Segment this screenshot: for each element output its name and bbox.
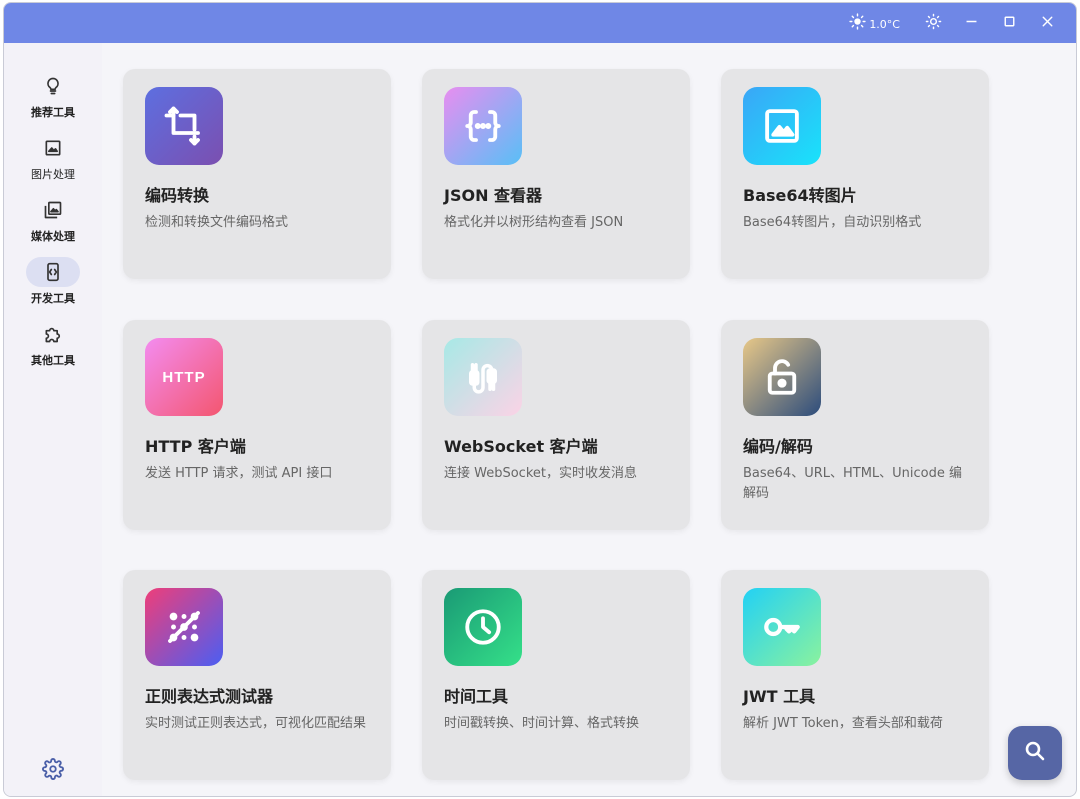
code-icon — [26, 257, 80, 287]
sidebar-item-image[interactable]: 图片处理 — [4, 133, 102, 191]
close-icon — [1039, 13, 1056, 34]
tool-card-regex-tester[interactable]: 正则表达式测试器 实时测试正则表达式，可视化匹配结果 — [123, 570, 391, 780]
image-icon — [743, 87, 821, 165]
lightbulb-icon — [26, 71, 80, 101]
weather-temperature: 1.0°C — [869, 17, 900, 31]
card-description: 连接 WebSocket，实时收发消息 — [444, 466, 637, 481]
sidebar: 推荐工具 图片处理 媒体处理 开发工具 其他工具 — [4, 43, 102, 796]
card-title: 正则表达式测试器 — [145, 687, 274, 706]
tool-card-http-client[interactable]: HTTP HTTP 客户端 发送 HTTP 请求，测试 API 接口 — [123, 320, 391, 530]
card-description: 解析 JWT Token，查看头部和载荷 — [743, 716, 943, 731]
card-title: WebSocket 客户端 — [444, 437, 598, 456]
theme-toggle-button[interactable] — [914, 3, 952, 43]
sidebar-item-label: 图片处理 — [31, 168, 75, 181]
search-fab[interactable] — [1008, 726, 1062, 780]
clock-icon — [444, 588, 522, 666]
tool-card-json-viewer[interactable]: JSON 查看器 格式化并以树形结构查看 JSON — [422, 69, 690, 279]
card-description: 时间戳转换、时间计算、格式转换 — [444, 716, 640, 731]
theme-toggle-icon — [925, 13, 942, 34]
card-title: 时间工具 — [444, 687, 509, 706]
http-icon-text: HTTP — [162, 368, 206, 386]
card-description: 发送 HTTP 请求，测试 API 接口 — [145, 466, 333, 481]
titlebar: 1.0°C — [4, 3, 1076, 43]
sidebar-item-label: 推荐工具 — [31, 106, 75, 119]
sidebar-item-recommended[interactable]: 推荐工具 — [4, 71, 102, 129]
image-icon — [26, 133, 80, 163]
card-title: JSON 查看器 — [444, 186, 543, 205]
regex-icon — [145, 588, 223, 666]
close-button[interactable] — [1028, 3, 1066, 43]
card-title: HTTP 客户端 — [145, 437, 246, 456]
cable-icon — [444, 338, 522, 416]
photo-library-icon — [26, 195, 80, 225]
puzzle-icon — [26, 319, 80, 349]
tool-card-encode-decode[interactable]: 编码/解码 Base64、URL、HTML、Unicode 编解码 — [721, 320, 989, 530]
key-icon — [743, 588, 821, 666]
card-title: Base64转图片 — [743, 186, 857, 205]
tool-card-base64-image[interactable]: Base64转图片 Base64转图片，自动识别格式 — [721, 69, 989, 279]
sidebar-item-label: 其他工具 — [31, 354, 75, 367]
crop-transform-icon — [145, 87, 223, 165]
maximize-button[interactable] — [990, 3, 1028, 43]
lock-open-icon — [743, 338, 821, 416]
minimize-button[interactable] — [952, 3, 990, 43]
weather-sun-icon — [849, 12, 866, 34]
tool-card-time-tools[interactable]: 时间工具 时间戳转换、时间计算、格式转换 — [422, 570, 690, 780]
card-title: 编码/解码 — [743, 437, 813, 456]
card-description: 检测和转换文件编码格式 — [145, 215, 289, 230]
http-icon: HTTP — [145, 338, 223, 416]
sidebar-item-media[interactable]: 媒体处理 — [4, 195, 102, 253]
card-title: 编码转换 — [145, 186, 210, 205]
card-description: 格式化并以树形结构查看 JSON — [444, 215, 624, 230]
gear-icon — [42, 758, 64, 784]
search-icon — [1023, 739, 1047, 767]
curly-braces-icon — [444, 87, 522, 165]
settings-button[interactable] — [42, 758, 64, 780]
minimize-icon — [963, 13, 980, 34]
tool-card-encoding-convert[interactable]: 编码转换 检测和转换文件编码格式 — [123, 69, 391, 279]
card-description: Base64转图片，自动识别格式 — [743, 215, 922, 230]
sidebar-item-label: 媒体处理 — [31, 230, 75, 243]
sidebar-item-label: 开发工具 — [31, 292, 75, 305]
sidebar-item-other-tools[interactable]: 其他工具 — [4, 319, 102, 377]
app-window: 1.0°C 推荐工具 图片处理 媒体处理 开发工具 其他工具 编码转换 检测和转… — [3, 2, 1077, 797]
tool-card-websocket-client[interactable]: WebSocket 客户端 连接 WebSocket，实时收发消息 — [422, 320, 690, 530]
tool-card-jwt-tools[interactable]: JWT 工具 解析 JWT Token，查看头部和载荷 — [721, 570, 989, 780]
card-title: JWT 工具 — [743, 687, 816, 706]
card-description: 实时测试正则表达式，可视化匹配结果 — [145, 716, 367, 731]
sidebar-item-dev-tools[interactable]: 开发工具 — [4, 257, 102, 315]
card-description: Base64、URL、HTML、Unicode 编解码 — [743, 466, 963, 501]
maximize-icon — [1001, 13, 1018, 34]
weather-widget[interactable]: 1.0°C — [849, 12, 900, 34]
